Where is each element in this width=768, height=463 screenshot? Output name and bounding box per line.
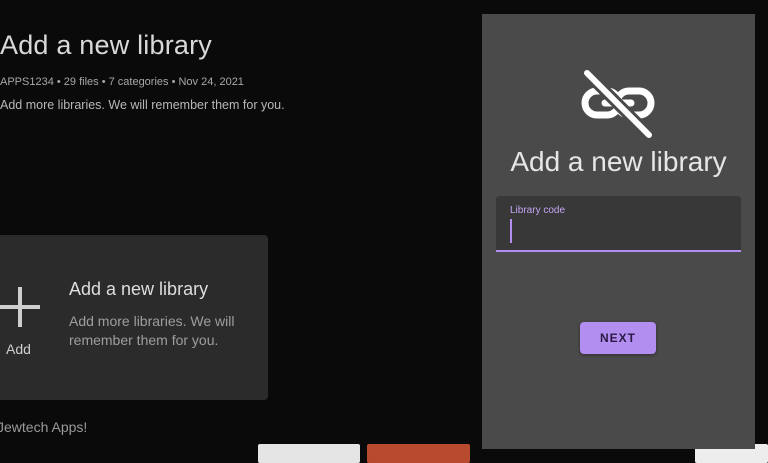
library-code-field[interactable]: Library code bbox=[496, 196, 741, 252]
app-thumbnail[interactable] bbox=[258, 444, 360, 463]
add-library-dialog: Add a new library Library code NEXT bbox=[482, 14, 755, 449]
library-code-label: Library code bbox=[510, 205, 566, 216]
background-title: Add a new library bbox=[0, 30, 213, 60]
dialog-title: Add a new library bbox=[510, 146, 727, 177]
app-thumbnail[interactable] bbox=[367, 444, 470, 463]
next-button[interactable]: NEXT bbox=[580, 322, 656, 354]
row-label: Jewtech Apps! bbox=[0, 419, 88, 435]
link-off-icon bbox=[581, 67, 655, 139]
plus-icon bbox=[0, 285, 42, 329]
add-library-card[interactable]: Add Add a new library Add more libraries… bbox=[0, 235, 268, 400]
library-meta: APPS1234 • 29 files • 7 categories • Nov… bbox=[0, 76, 244, 88]
card-description: Add more libraries. We will remember the… bbox=[69, 313, 235, 348]
card-add-label: Add bbox=[6, 341, 31, 357]
card-title: Add a new library bbox=[69, 279, 209, 299]
library-description: Add more libraries. We will remember the… bbox=[0, 98, 285, 112]
library-code-input[interactable] bbox=[508, 218, 732, 242]
